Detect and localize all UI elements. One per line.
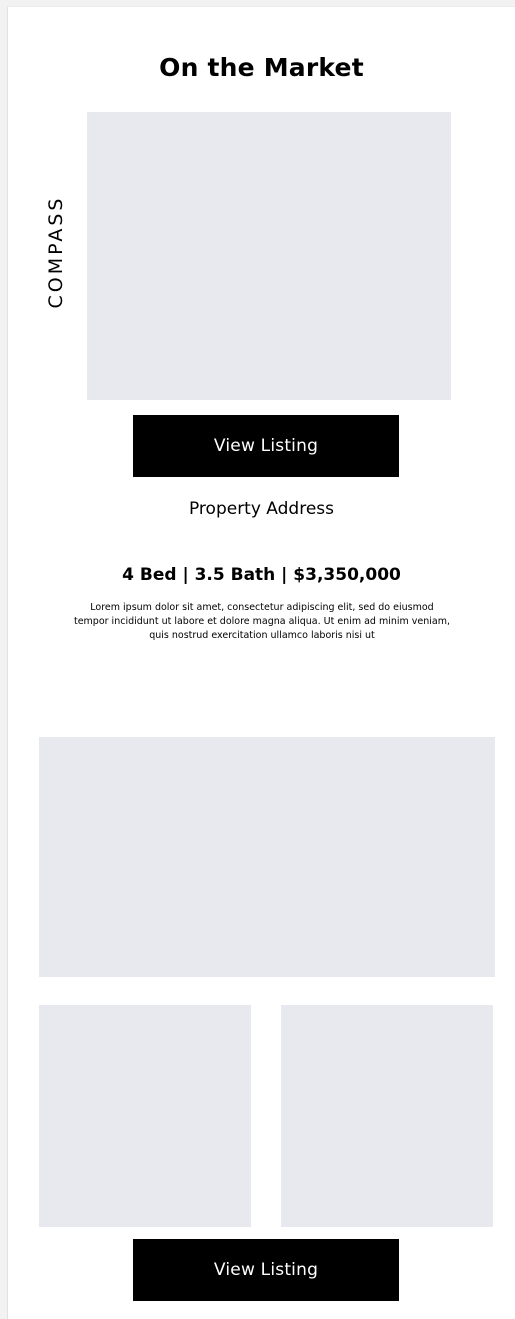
compass-logo: COMPASS: [34, 177, 78, 327]
view-listing-button[interactable]: View Listing: [133, 415, 399, 477]
email-page: On the Market COMPASS View Listing Prope…: [7, 6, 515, 1319]
gallery-image-right-placeholder: [281, 1005, 493, 1227]
property-description: Lorem ipsum dolor sit amet, consectetur …: [73, 602, 451, 641]
gallery-image-wide-placeholder: [39, 737, 495, 977]
view-listing-button-gallery[interactable]: View Listing: [133, 1239, 399, 1301]
gallery-image-left-placeholder: [39, 1005, 251, 1227]
property-address: Property Address: [188, 499, 335, 519]
logo-text: COMPASS: [45, 195, 67, 309]
property-specs: 4 Bed | 3.5 Bath | $3,350,000: [122, 565, 401, 585]
listing-image-placeholder: [87, 112, 451, 400]
section-title: On the Market: [159, 53, 364, 82]
